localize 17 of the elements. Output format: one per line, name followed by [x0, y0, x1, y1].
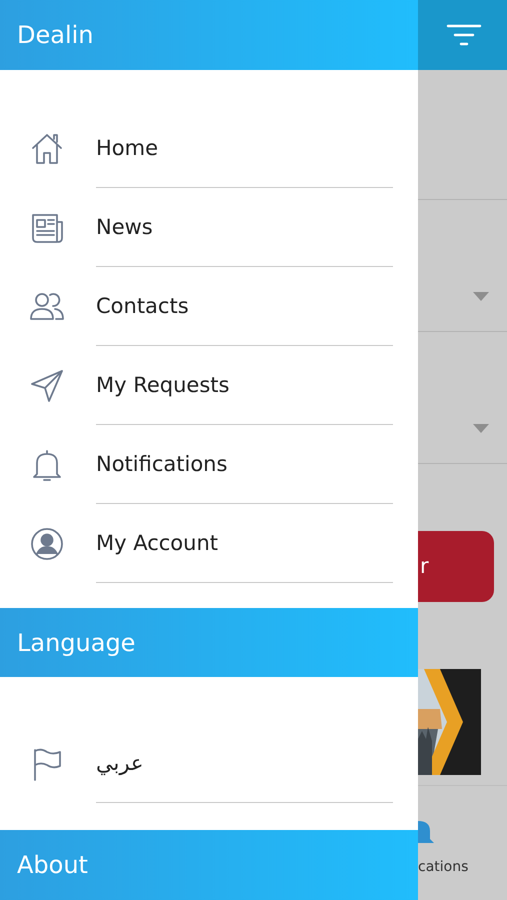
app-title: Dealin — [0, 0, 418, 70]
user-circle-icon — [29, 526, 65, 562]
menu-item[interactable]: Contacts — [96, 289, 189, 323]
dropdown-caret-icon[interactable] — [473, 292, 489, 301]
action-button[interactable]: r — [418, 531, 494, 602]
menu-item[interactable]: Notifications — [96, 447, 228, 481]
menu-item[interactable]: عربي — [96, 746, 144, 780]
menu-item[interactable]: Home — [96, 131, 158, 165]
filter-icon[interactable] — [446, 24, 482, 46]
menu-item[interactable]: My Account — [96, 526, 218, 560]
send-icon — [29, 368, 65, 404]
dropdown-caret-icon[interactable] — [473, 424, 489, 433]
section-header: Language — [0, 608, 418, 677]
menu-item[interactable]: My Requests — [96, 368, 230, 402]
section-header: About — [0, 830, 418, 900]
menu-item[interactable]: News — [96, 210, 153, 244]
tab-label[interactable]: cations — [418, 857, 507, 878]
